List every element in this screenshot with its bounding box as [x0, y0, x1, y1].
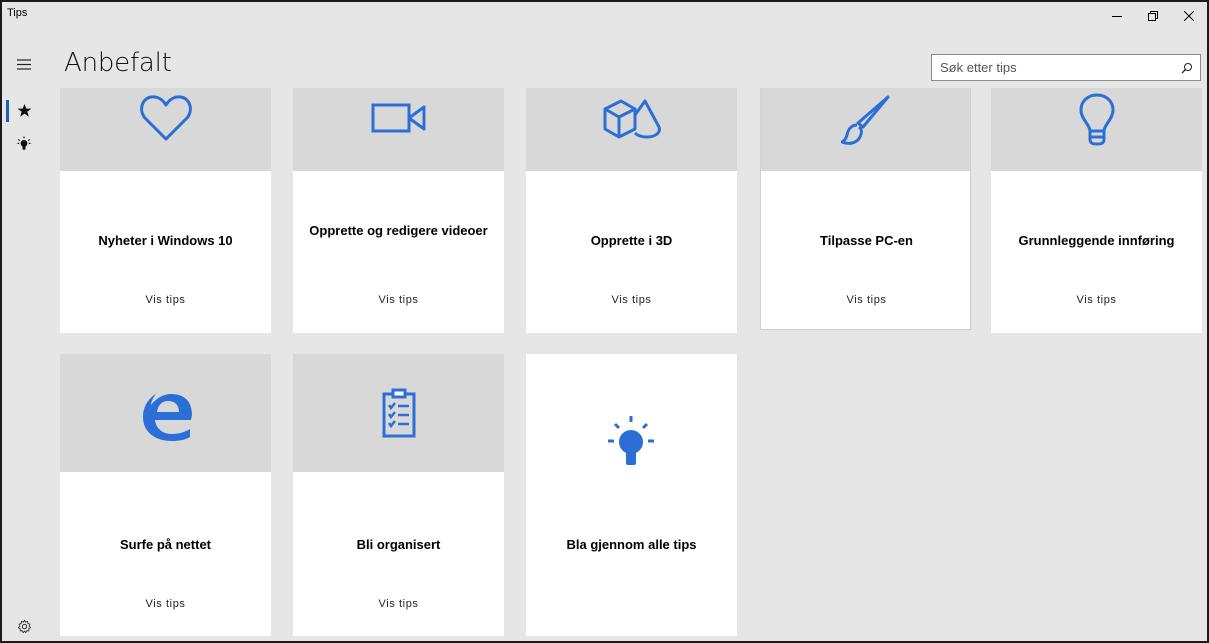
card-title: Tilpasse PC-en: [820, 233, 913, 248]
card-thumbnail: [293, 88, 504, 171]
clipboard-checklist-icon: [382, 388, 415, 438]
tip-card-browse-web[interactable]: Surfe på nettet Vis tips: [60, 354, 271, 636]
page-title: Anbefalt: [64, 48, 172, 78]
card-thumbnail: [60, 354, 271, 472]
tip-card-personalize[interactable]: Tilpasse PC-en Vis tips: [760, 88, 971, 330]
3d-shapes-icon: [603, 99, 661, 138]
restore-button[interactable]: [1135, 2, 1171, 30]
card-thumbnail: [526, 88, 737, 171]
card-title: Opprette og redigere videoer: [309, 223, 488, 238]
card-title: Bla gjennom alle tips: [566, 537, 697, 552]
video-camera-icon: [371, 103, 425, 132]
nav-item-tips[interactable]: [2, 128, 46, 160]
close-button[interactable]: [1171, 2, 1207, 30]
title-bar[interactable]: Tips: [2, 2, 1207, 30]
card-thumbnail: [60, 88, 271, 171]
card-thumbnail: [761, 88, 970, 171]
tip-card-3d[interactable]: Opprette i 3D Vis tips: [526, 88, 737, 333]
card-action-link[interactable]: Vis tips: [60, 598, 271, 610]
card-thumbnail: [293, 354, 504, 472]
tip-card-whats-new[interactable]: Nyheter i Windows 10 Vis tips: [60, 88, 271, 333]
tips-grid: Nyheter i Windows 10 Vis tips Opprette o…: [46, 88, 1207, 641]
card-title: Nyheter i Windows 10: [98, 233, 233, 248]
tip-card-browse-all[interactable]: Bla gjennom alle tips: [526, 354, 737, 636]
minimize-icon: [1112, 16, 1122, 17]
settings-button[interactable]: [2, 610, 46, 641]
search-input[interactable]: [932, 55, 1174, 80]
gear-icon: [17, 619, 31, 633]
active-indicator: [6, 100, 9, 122]
search-button[interactable]: [1174, 55, 1200, 80]
card-action-link[interactable]: Vis tips: [60, 294, 271, 306]
close-icon: [1184, 11, 1194, 21]
tip-card-organized[interactable]: Bli organisert Vis tips: [293, 354, 504, 636]
hamburger-icon: [17, 58, 31, 70]
app-title: Tips: [7, 7, 28, 19]
card-thumbnail: [991, 88, 1202, 171]
card-title: Opprette i 3D: [590, 233, 673, 248]
search-box[interactable]: [931, 54, 1201, 81]
restore-icon: [1148, 11, 1158, 21]
lightbulb-icon: [17, 136, 31, 150]
card-title: Bli organisert: [356, 537, 441, 552]
card-action-link[interactable]: Vis tips: [761, 294, 972, 306]
card-action-link[interactable]: Vis tips: [991, 294, 1202, 306]
card-title: Grunnleggende innføring: [1018, 233, 1175, 248]
star-icon: [17, 103, 31, 117]
lightbulb-outline-icon: [1079, 93, 1114, 145]
nav-rail: [2, 30, 46, 641]
card-title: Surfe på nettet: [119, 537, 211, 552]
card-action-link[interactable]: Vis tips: [293, 598, 504, 610]
minimize-button[interactable]: [1099, 2, 1135, 30]
tip-card-basics[interactable]: Grunnleggende innføring Vis tips: [991, 88, 1202, 333]
edge-browser-icon: [142, 394, 192, 441]
heart-icon: [139, 94, 192, 140]
lightbulb-glow-icon: [608, 416, 654, 465]
paintbrush-icon: [840, 95, 889, 145]
card-action-link[interactable]: Vis tips: [526, 294, 737, 306]
app-window: Tips Anbefalt Søk etter tips Nyheter i W…: [0, 0, 1209, 643]
card-action-link[interactable]: Vis tips: [293, 294, 504, 306]
menu-button[interactable]: [2, 48, 46, 80]
tip-card-videos[interactable]: Opprette og redigere videoer Vis tips: [293, 88, 504, 333]
search-icon: [1181, 62, 1192, 73]
